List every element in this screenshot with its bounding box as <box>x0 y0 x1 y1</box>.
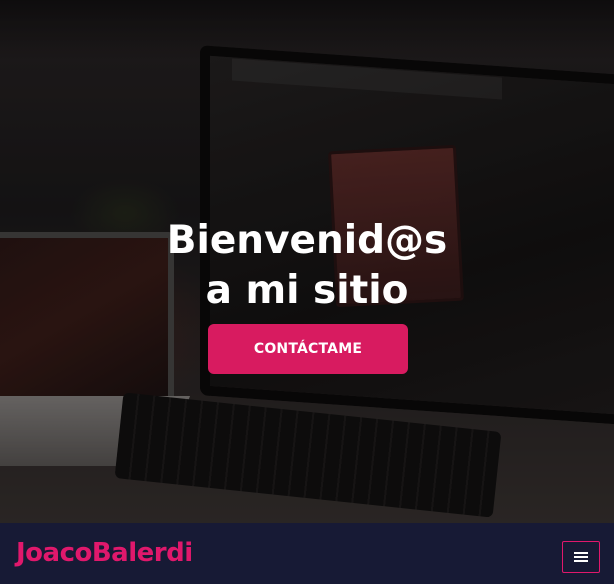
hero-title-line-2: a mi sitio <box>205 268 409 313</box>
hero-section: Bienvenid@s a mi sitio CONTÁCTAME <box>0 0 614 523</box>
page: Bienvenid@s a mi sitio CONTÁCTAME JoacoB… <box>0 0 614 584</box>
menu-toggle-button[interactable] <box>562 541 600 573</box>
hamburger-menu-icon <box>574 551 588 563</box>
brand-logo-link[interactable]: JoacoBalerdi <box>16 537 193 569</box>
bottom-navbar: JoacoBalerdi <box>0 523 614 584</box>
hero-title-line-1: Bienvenid@s <box>166 218 448 263</box>
hero-title: Bienvenid@s a mi sitio <box>0 216 614 316</box>
contact-me-button[interactable]: CONTÁCTAME <box>208 324 408 374</box>
